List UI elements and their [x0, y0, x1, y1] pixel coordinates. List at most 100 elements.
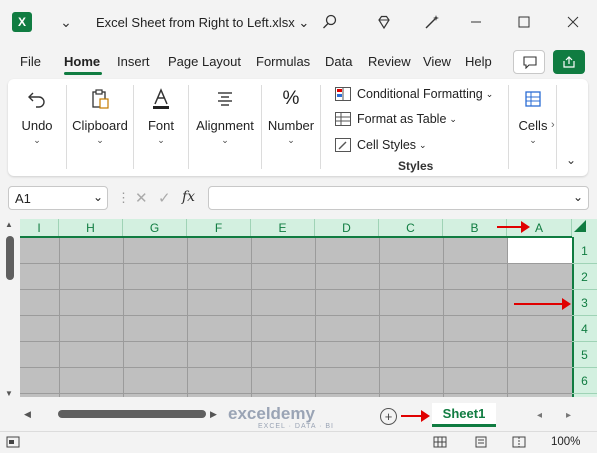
chevron-down-icon[interactable]: ⌄	[573, 190, 583, 204]
font-color-icon	[134, 87, 188, 111]
row-header-3[interactable]: 3	[572, 290, 597, 316]
number-button[interactable]: % Number ⌄	[262, 79, 320, 176]
font-label: Font	[147, 118, 174, 133]
undo-label: Undo	[21, 118, 53, 133]
insert-function-icon[interactable]: fx	[182, 189, 195, 205]
chevron-down-icon: ⌄	[33, 135, 41, 145]
scroll-down-icon[interactable]: ▼	[5, 389, 13, 398]
select-all-corner[interactable]	[574, 220, 586, 232]
format-as-table-label: Format as Table	[357, 112, 447, 126]
cells-label: Cells	[518, 118, 548, 133]
maximize-icon[interactable]	[514, 12, 534, 32]
zoom-level[interactable]: 100%	[551, 436, 580, 448]
horizontal-scroll-thumb[interactable]	[58, 410, 206, 418]
tab-view[interactable]: View	[423, 54, 451, 69]
number-label: Number	[267, 118, 315, 133]
ribbon-separator	[320, 85, 321, 169]
formula-input[interactable]: ⌄	[208, 186, 589, 210]
add-sheet-button[interactable]: +	[380, 408, 397, 425]
grid-line	[251, 238, 252, 397]
font-button[interactable]: Font ⌄	[134, 79, 188, 176]
column-header-f[interactable]: F	[187, 219, 251, 237]
tab-file[interactable]: File	[20, 54, 41, 69]
vertical-scroll-thumb[interactable]	[6, 236, 14, 280]
scroll-right-icon[interactable]: ▶	[210, 409, 217, 420]
collapse-ribbon-icon[interactable]: ⌄	[566, 153, 576, 167]
cancel-icon[interactable]: ✕	[135, 189, 148, 207]
column-header-a[interactable]: A	[507, 219, 572, 237]
chevron-down-icon: ⌄	[157, 135, 165, 145]
clipboard-button[interactable]: Clipboard ⌄	[67, 79, 133, 176]
page-break-view-icon[interactable]	[512, 436, 526, 451]
magic-wand-icon[interactable]	[422, 12, 442, 32]
search-icon[interactable]	[320, 12, 340, 32]
quick-access-chevron-icon[interactable]: ⌄	[56, 12, 76, 32]
alignment-button[interactable]: Alignment ⌄	[189, 79, 261, 176]
column-header-e[interactable]: E	[251, 219, 315, 237]
format-as-table-button[interactable]: Format as Table ⌄	[335, 109, 457, 129]
column-header-d[interactable]: D	[315, 219, 379, 237]
tab-review[interactable]: Review	[368, 54, 411, 69]
chevron-down-icon: ⌄	[529, 135, 537, 145]
scroll-left-icon[interactable]: ◀	[24, 409, 31, 420]
active-tab-indicator	[64, 72, 102, 75]
grid-line	[123, 238, 124, 397]
tab-insert[interactable]: Insert	[117, 54, 150, 69]
column-header-b[interactable]: B	[443, 219, 507, 237]
column-header-h[interactable]: H	[59, 219, 123, 237]
watermark-text: exceldemy	[228, 404, 315, 423]
row-header-6[interactable]: 6	[572, 368, 597, 394]
tab-home[interactable]: Home	[64, 54, 100, 69]
more-options-icon[interactable]: ⋮	[117, 190, 130, 206]
comments-button[interactable]	[513, 50, 545, 74]
accessibility-icon[interactable]	[6, 436, 20, 451]
file-name: Excel Sheet from Right to Left.xlsx	[96, 15, 295, 30]
row-header-2[interactable]: 2	[572, 264, 597, 290]
page-layout-view-icon[interactable]	[474, 436, 488, 451]
row-header-5[interactable]: 5	[572, 342, 597, 368]
column-header-g[interactable]: G	[123, 219, 187, 237]
column-header-i[interactable]: I	[20, 219, 59, 237]
row-header-1[interactable]: 1	[572, 238, 597, 264]
cell-styles-button[interactable]: Cell Styles ⌄	[335, 135, 427, 155]
column-header-c[interactable]: C	[379, 219, 443, 237]
title-bar: X ⌄ Excel Sheet from Right to Left.xlsx …	[0, 0, 597, 44]
selected-cell-a1[interactable]	[507, 238, 572, 263]
chevron-down-icon: ⌄	[419, 139, 427, 150]
cells-icon	[513, 87, 553, 111]
conditional-formatting-label: Conditional Formatting	[357, 87, 483, 101]
clipboard-icon	[67, 87, 133, 111]
chevron-down-icon: ⌄	[93, 190, 104, 204]
share-button[interactable]	[553, 50, 585, 74]
chevron-down-icon: ⌄	[287, 135, 295, 145]
grid-line	[187, 238, 188, 397]
undo-button[interactable]: Undo ⌄	[8, 79, 66, 176]
close-icon[interactable]	[563, 12, 583, 32]
tab-help[interactable]: Help	[465, 54, 492, 69]
minimize-icon[interactable]	[466, 12, 486, 32]
ribbon-separator	[556, 85, 557, 169]
sheet-nav-right-icon[interactable]: ▸	[566, 410, 571, 421]
diamond-icon[interactable]	[374, 12, 394, 32]
tab-data[interactable]: Data	[325, 54, 352, 69]
window-title[interactable]: Excel Sheet from Right to Left.xlsx ⌄	[96, 15, 309, 31]
scroll-up-icon[interactable]: ▲	[5, 220, 13, 229]
tab-formulas[interactable]: Formulas	[256, 54, 310, 69]
worksheet-grid[interactable]: I H G F E D C B A	[20, 219, 572, 397]
normal-view-icon[interactable]	[433, 436, 447, 451]
grid-line	[59, 238, 60, 397]
annotation-arrow-row-3	[514, 298, 571, 310]
name-box-value: A1	[15, 191, 31, 206]
name-box[interactable]: A1 ⌄	[8, 186, 108, 210]
sheet-tab-sheet1[interactable]: Sheet1	[432, 403, 496, 427]
conditional-formatting-button[interactable]: Conditional Formatting ⌄	[335, 84, 493, 104]
cells-button[interactable]: Cells ⌄	[513, 79, 553, 176]
sheet-nav-left-icon[interactable]: ◂	[537, 410, 542, 421]
grid-line	[20, 393, 572, 394]
row-header-4[interactable]: 4	[572, 316, 597, 342]
chevron-right-icon[interactable]: ›	[551, 119, 555, 131]
check-icon[interactable]: ✓	[158, 189, 171, 207]
tab-page-layout[interactable]: Page Layout	[168, 54, 241, 69]
grid-line	[443, 238, 444, 397]
watermark-tagline: EXCEL · DATA · BI	[258, 423, 334, 430]
